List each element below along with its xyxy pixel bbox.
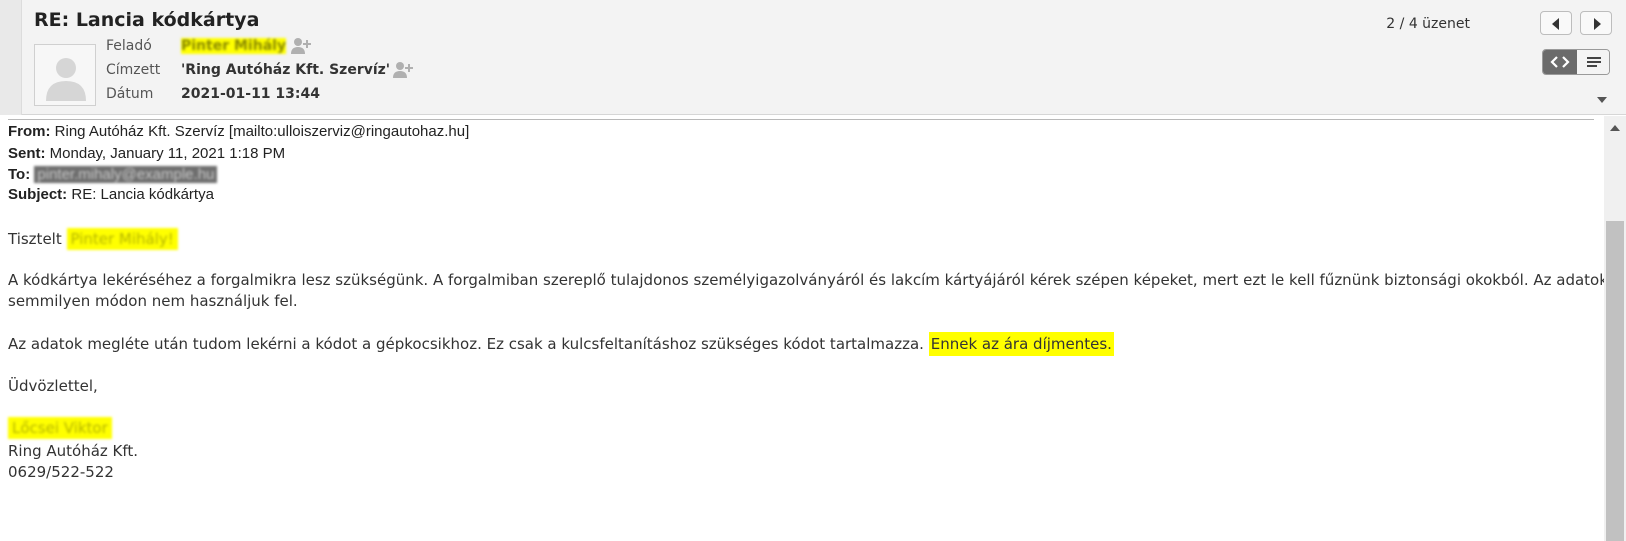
quoted-to-line: To: pinter.mihaly@example.hu bbox=[8, 166, 218, 183]
from-name-redacted: Pinter Mihály bbox=[181, 38, 287, 54]
message-counter: 2 / 4 üzenet bbox=[1386, 16, 1470, 32]
scrollbar-thumb[interactable] bbox=[1606, 221, 1624, 541]
quoted-subject-value: RE: Lancia kódkártya bbox=[71, 186, 214, 203]
dropdown-arrow-icon[interactable] bbox=[1597, 97, 1607, 103]
previous-message-button[interactable] bbox=[1540, 11, 1572, 35]
vertical-scrollbar[interactable] bbox=[1604, 116, 1626, 541]
greeting-name-redacted: Pinter Mihály! bbox=[66, 228, 178, 250]
closing-line: Üdvözlettel, bbox=[8, 377, 98, 395]
header-left-strip bbox=[0, 0, 22, 115]
quoted-from-value: Ring Autóház Kft. Szervíz [mailto:ullois… bbox=[54, 123, 470, 140]
signature-name-redacted: Lőcsei Viktor bbox=[8, 417, 112, 439]
chevron-right-icon bbox=[1594, 18, 1601, 30]
message-subject: RE: Lancia kódkártya bbox=[34, 9, 260, 31]
view-toggle-group bbox=[1542, 49, 1610, 75]
paragraph-2: Az adatok megléte után tudom lekérni a k… bbox=[8, 332, 1114, 356]
quoted-from-label: From: bbox=[8, 123, 51, 140]
quoted-sent-line: Sent: Monday, January 11, 2021 1:18 PM bbox=[8, 145, 285, 162]
person-avatar-icon bbox=[34, 44, 96, 106]
date-value: 2021-01-11 13:44 bbox=[181, 86, 320, 102]
add-person-icon[interactable] bbox=[392, 61, 414, 79]
chevron-left-icon bbox=[1552, 18, 1559, 30]
signature-name: Lőcsei Viktor bbox=[8, 417, 112, 439]
source-view-button[interactable] bbox=[1543, 50, 1577, 74]
paragraph-1-line-2: semmilyen módon nem használjuk fel. bbox=[8, 292, 298, 310]
divider bbox=[8, 119, 1594, 120]
scroll-up-arrow-icon[interactable] bbox=[1610, 125, 1620, 131]
quoted-sent-label: Sent: bbox=[8, 145, 46, 162]
quoted-subject-line: Subject: RE: Lancia kódkártya bbox=[8, 186, 214, 203]
paragraph-2-highlight: Ennek az ára díjmentes. bbox=[928, 332, 1114, 356]
quoted-from-line: From: Ring Autóház Kft. Szervíz [mailto:… bbox=[8, 123, 469, 140]
from-label: Feladó bbox=[106, 38, 152, 54]
to-label: Címzett bbox=[106, 62, 161, 78]
message-body: From: Ring Autóház Kft. Szervíz [mailto:… bbox=[0, 116, 1623, 541]
message-header: RE: Lancia kódkártya Feladó Pinter Mihál… bbox=[0, 0, 1626, 115]
signature-phone: 0629/522-522 bbox=[8, 463, 114, 481]
quoted-to-label: To: bbox=[8, 166, 31, 183]
paragraph-2-text: Az adatok megléte után tudom lekérni a k… bbox=[8, 335, 924, 353]
greeting-line: Tisztelt Pinter Mihály! bbox=[8, 228, 178, 250]
quoted-to-redacted: pinter.mihaly@example.hu bbox=[34, 166, 218, 183]
from-value[interactable]: Pinter Mihály bbox=[181, 38, 287, 54]
quoted-subject-label: Subject: bbox=[8, 186, 68, 203]
source-code-icon bbox=[1550, 56, 1570, 68]
signature-company: Ring Autóház Kft. bbox=[8, 442, 139, 460]
date-label: Dátum bbox=[106, 86, 154, 102]
lines-icon bbox=[1587, 57, 1601, 67]
add-person-icon[interactable] bbox=[290, 37, 312, 55]
text-view-button[interactable] bbox=[1577, 50, 1609, 74]
quoted-sent-value: Monday, January 11, 2021 1:18 PM bbox=[49, 145, 286, 162]
paragraph-1-line-1: A kódkártya lekéréséhez a forgalmikra le… bbox=[8, 271, 1623, 289]
to-value[interactable]: 'Ring Autóház Kft. Szervíz' bbox=[181, 62, 390, 78]
next-message-button[interactable] bbox=[1580, 11, 1612, 35]
greeting-text: Tisztelt bbox=[8, 230, 62, 248]
